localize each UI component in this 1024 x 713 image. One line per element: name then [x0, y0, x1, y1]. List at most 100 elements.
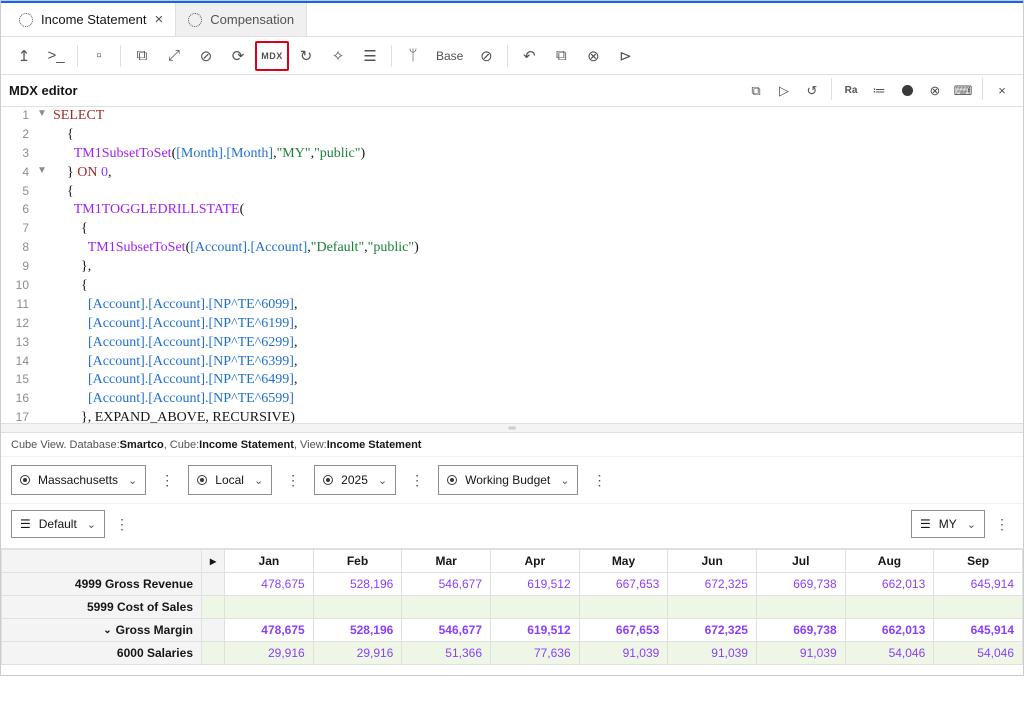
grid-cell[interactable]: 672,325 [668, 619, 757, 642]
code-line[interactable]: }, EXPAND_ABOVE, RECURSIVE) [49, 409, 295, 423]
link-icon[interactable]: ⊗ [578, 41, 608, 71]
cols-selector[interactable]: ☰ MY ⌄ [911, 510, 985, 538]
currency-selector[interactable]: Local ⌄ [188, 465, 272, 495]
hide-icon[interactable]: ⊘ [191, 41, 221, 71]
scenario-menu-icon[interactable]: ⋮ [588, 472, 610, 489]
grid-cell[interactable] [756, 596, 845, 619]
col-header[interactable]: Jun [668, 550, 757, 573]
grid-cell[interactable]: 667,653 [579, 573, 668, 596]
splitter-handle[interactable]: ═ [1, 423, 1023, 433]
code-line[interactable]: TM1TOGGLEDRILLSTATE( [49, 201, 244, 220]
grid-cell[interactable]: 662,013 [845, 573, 934, 596]
row-header[interactable]: 5999 Cost of Sales [2, 596, 202, 619]
expand-cols-icon[interactable]: ▸ [202, 550, 225, 573]
grid-cell[interactable] [934, 596, 1023, 619]
grid-cell[interactable] [845, 596, 934, 619]
tag-icon[interactable]: ⊳ [610, 41, 640, 71]
row-header[interactable]: ⌄Gross Margin [2, 619, 202, 642]
grid-cell[interactable]: 662,013 [845, 619, 934, 642]
scenario-selector[interactable]: Working Budget ⌄ [438, 465, 578, 495]
fold-toggle[interactable]: ▼ [35, 107, 49, 126]
grid-cell[interactable]: 54,046 [845, 642, 934, 665]
rows-menu-icon[interactable]: ⋮ [111, 516, 133, 533]
loop-icon[interactable]: ↺ [799, 78, 825, 104]
filter-icon[interactable]: ☰ [355, 41, 385, 71]
branch-icon[interactable]: ᛘ [398, 41, 428, 71]
grid-cell[interactable]: 546,677 [402, 573, 491, 596]
code-line[interactable]: { [49, 183, 74, 202]
grid-cell[interactable]: 528,196 [313, 573, 402, 596]
grid-cell[interactable]: 478,675 [225, 619, 314, 642]
code-line[interactable]: TM1SubsetToSet([Month].[Month],"MY","pub… [49, 145, 365, 164]
collapse-up-icon[interactable]: ↥ [9, 41, 39, 71]
copy-icon[interactable]: ⧉ [743, 78, 769, 104]
grid-cell[interactable]: 29,916 [313, 642, 402, 665]
run-icon[interactable]: ▷ [771, 78, 797, 104]
grid-cell[interactable] [579, 596, 668, 619]
region-selector[interactable]: Massachusetts ⌄ [11, 465, 146, 495]
code-line[interactable]: { [49, 277, 88, 296]
check-circle-icon[interactable]: ⊘ [471, 41, 501, 71]
col-header[interactable]: Mar [402, 550, 491, 573]
grid-cell[interactable]: 528,196 [313, 619, 402, 642]
grid-cell[interactable]: 77,636 [491, 642, 580, 665]
col-header[interactable]: Jan [225, 550, 314, 573]
cycle-icon[interactable]: ↻ [291, 41, 321, 71]
col-header[interactable]: Jul [756, 550, 845, 573]
list-icon[interactable]: ≔ [866, 78, 892, 104]
grid-cell[interactable]: 672,325 [668, 573, 757, 596]
col-header[interactable]: Feb [313, 550, 402, 573]
box-icon[interactable]: ⧉ [127, 41, 157, 71]
grid-cell[interactable]: 91,039 [756, 642, 845, 665]
code-line[interactable]: [Account].[Account].[NP^TE^6199], [49, 315, 297, 334]
save-icon[interactable]: ▫ [84, 41, 114, 71]
code-line[interactable]: [Account].[Account].[NP^TE^6499], [49, 371, 297, 390]
grid-cell[interactable]: 619,512 [491, 619, 580, 642]
grid-cell[interactable] [225, 596, 314, 619]
tab-compensation[interactable]: Compensation [176, 3, 307, 36]
grid-cell[interactable] [313, 596, 402, 619]
refresh-icon[interactable]: ⟳ [223, 41, 253, 71]
globe-icon[interactable]: ⊗ [922, 78, 948, 104]
expand-icon[interactable]: ⤢ [159, 41, 189, 71]
close-editor-icon[interactable]: × [989, 78, 1015, 104]
grid-cell[interactable]: 645,914 [934, 619, 1023, 642]
grid-cell[interactable]: 546,677 [402, 619, 491, 642]
grid-cell[interactable]: 669,738 [756, 619, 845, 642]
data-grid[interactable]: ▸JanFebMarAprMayJunJulAugSep4999 Gross R… [1, 549, 1023, 713]
row-header[interactable]: 4999 Gross Revenue [2, 573, 202, 596]
grid-cell[interactable] [402, 596, 491, 619]
year-menu-icon[interactable]: ⋮ [406, 472, 428, 489]
col-header[interactable]: Sep [934, 550, 1023, 573]
tab-income-statement[interactable]: Income Statement × [7, 3, 176, 36]
grid-cell[interactable] [668, 596, 757, 619]
code-line[interactable]: }, [49, 258, 91, 277]
keyboard-icon[interactable]: ⌨ [950, 78, 976, 104]
region-menu-icon[interactable]: ⋮ [156, 472, 178, 489]
sparkle-icon[interactable]: ✧ [323, 41, 353, 71]
copy-icon[interactable]: ⧉ [546, 41, 576, 71]
row-header[interactable]: 6000 Salaries [2, 642, 202, 665]
mdx-button[interactable]: MDX [255, 41, 289, 71]
rows-selector[interactable]: ☰ Default ⌄ [11, 510, 105, 538]
code-line[interactable]: [Account].[Account].[NP^TE^6599] [49, 390, 294, 409]
grid-cell[interactable]: 667,653 [579, 619, 668, 642]
close-icon[interactable]: × [155, 11, 164, 28]
grid-cell[interactable] [491, 596, 580, 619]
cols-menu-icon[interactable]: ⋮ [991, 516, 1013, 533]
grid-cell[interactable]: 619,512 [491, 573, 580, 596]
code-line[interactable]: [Account].[Account].[NP^TE^6299], [49, 334, 297, 353]
year-selector[interactable]: 2025 ⌄ [314, 465, 396, 495]
code-line[interactable]: } ON 0, [49, 164, 111, 183]
col-header[interactable]: Aug [845, 550, 934, 573]
code-line[interactable]: { [49, 220, 88, 239]
code-line[interactable]: { [49, 126, 74, 145]
code-line[interactable]: [Account].[Account].[NP^TE^6099], [49, 296, 297, 315]
code-line[interactable]: SELECT [49, 107, 104, 126]
grid-cell[interactable]: 54,046 [934, 642, 1023, 665]
grid-cell[interactable]: 645,914 [934, 573, 1023, 596]
grid-cell[interactable]: 478,675 [225, 573, 314, 596]
undo-icon[interactable]: ↶ [514, 41, 544, 71]
grid-cell[interactable]: 51,366 [402, 642, 491, 665]
terminal-icon[interactable]: >_ [41, 41, 71, 71]
